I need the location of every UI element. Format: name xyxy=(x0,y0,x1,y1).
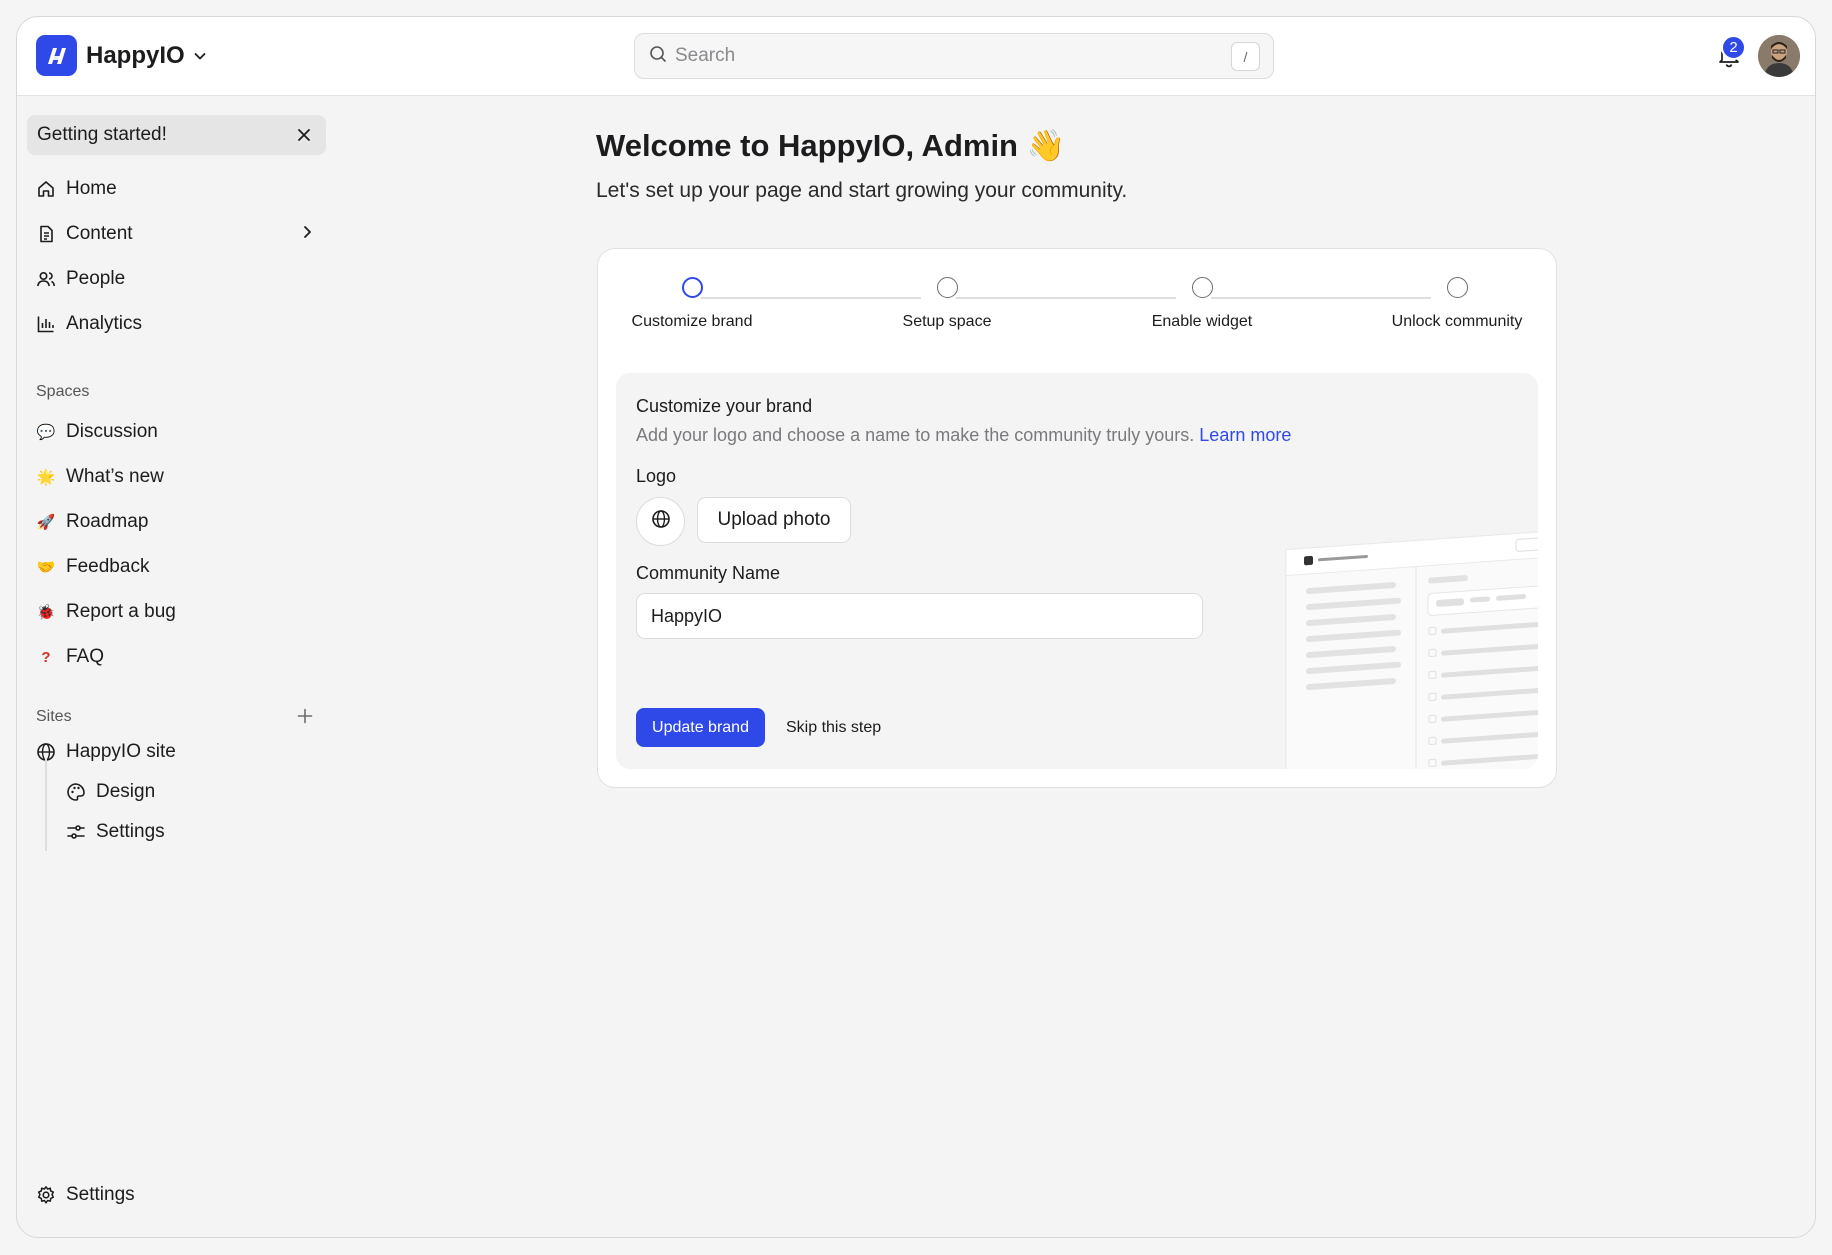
sites-section-label: Sites xyxy=(36,708,72,725)
brand-name: HappyIO xyxy=(86,41,185,69)
sidebar-item-label: Discussion xyxy=(66,421,158,442)
user-avatar[interactable] xyxy=(1758,35,1800,77)
sidebar-item-label: Feedback xyxy=(66,556,150,577)
sidebar-item-design[interactable]: Design xyxy=(57,773,326,811)
sidebar-item-label: What’s new xyxy=(66,466,164,487)
page-title: Welcome to HappyIO, Admin 👋 xyxy=(596,127,1065,164)
palette-icon xyxy=(65,781,87,803)
sidebar-item-label: Analytics xyxy=(66,313,143,334)
gear-icon xyxy=(35,1184,57,1206)
customize-brand-panel: Customize your brand Add your logo and c… xyxy=(616,373,1538,769)
sidebar-item-home[interactable]: Home xyxy=(27,170,326,208)
spaces-section-label: Spaces xyxy=(36,383,90,400)
sidebar-item-roadmap[interactable]: 🚀 Roadmap xyxy=(27,503,326,541)
step-label: Setup space xyxy=(902,313,992,330)
community-preview-illustration xyxy=(1266,493,1538,769)
search-shortcut-key: / xyxy=(1231,42,1260,71)
sidebar-item-label: FAQ xyxy=(66,646,105,667)
globe-icon xyxy=(651,509,671,534)
step-label: Enable widget xyxy=(1151,313,1253,330)
sidebar-item-whats-new[interactable]: 🌟 What’s new xyxy=(27,458,326,496)
sidebar-item-happyio-site[interactable]: HappyIO site xyxy=(27,733,326,771)
sidebar-item-content[interactable]: Content xyxy=(27,215,326,253)
sidebar-item-label: Content xyxy=(66,223,133,244)
sidebar-item-label: Design xyxy=(96,781,156,802)
home-icon xyxy=(35,178,57,200)
step-setup-space[interactable]: Setup space xyxy=(847,277,1047,331)
sidebar-item-label: Roadmap xyxy=(66,511,149,532)
logo-label: Logo xyxy=(636,466,677,486)
document-icon xyxy=(35,223,57,245)
sidebar-item-label: Settings xyxy=(66,1184,135,1205)
sidebar-item-people[interactable]: People xyxy=(27,260,326,298)
question-mark-icon: ? xyxy=(41,648,51,666)
sidebar-item-site-settings[interactable]: Settings xyxy=(57,813,326,851)
handshake-icon: 🤝 xyxy=(36,558,56,576)
sidebar-item-discussion[interactable]: 💬 Discussion xyxy=(27,413,326,451)
sidebar: Getting started! Home Content People Ana… xyxy=(17,97,327,1237)
sidebar-item-label: Settings xyxy=(96,821,165,842)
step-indicator xyxy=(1191,277,1213,298)
learn-more-link[interactable]: Learn more xyxy=(1199,425,1291,445)
rocket-icon: 🚀 xyxy=(36,513,56,531)
update-brand-button[interactable]: Update brand xyxy=(636,708,765,747)
step-label: Customize brand xyxy=(631,313,753,330)
step-indicator xyxy=(936,277,958,298)
sidebar-item-faq[interactable]: ? FAQ xyxy=(27,638,326,676)
step-label: Unlock community xyxy=(1391,313,1523,330)
chevron-right-icon xyxy=(300,224,314,245)
sidebar-item-label: HappyIO site xyxy=(66,741,176,762)
sliders-icon xyxy=(65,821,87,843)
step-enable-widget[interactable]: Enable widget xyxy=(1102,277,1302,331)
sidebar-item-settings[interactable]: Settings xyxy=(27,1176,326,1214)
panel-title: Customize your brand xyxy=(636,396,813,416)
sidebar-item-label: Home xyxy=(66,178,117,199)
chevron-down-icon xyxy=(193,49,207,63)
happyio-logo-icon xyxy=(36,35,77,76)
getting-started-label: Getting started! xyxy=(37,124,167,145)
top-bar: HappyIO / 2 xyxy=(17,17,1815,96)
page-subtitle: Let's set up your page and start growing… xyxy=(596,179,1128,202)
speech-bubble-icon: 💬 xyxy=(36,423,56,441)
community-name-input[interactable] xyxy=(636,593,1203,639)
sidebar-item-feedback[interactable]: 🤝 Feedback xyxy=(27,548,326,586)
panel-description: Add your logo and choose a name to make … xyxy=(636,425,1291,446)
step-indicator xyxy=(1446,277,1468,298)
bar-chart-icon xyxy=(35,313,57,335)
search-icon xyxy=(649,45,667,68)
add-site-button[interactable] xyxy=(293,706,317,730)
skip-step-button[interactable]: Skip this step xyxy=(780,708,887,747)
logo-placeholder[interactable] xyxy=(636,497,685,546)
onboarding-card: Customize brand Setup space Enable widge… xyxy=(597,248,1557,788)
bug-icon: 🐞 xyxy=(36,603,56,621)
workspace-switcher[interactable]: HappyIO xyxy=(36,35,207,76)
notification-badge: 2 xyxy=(1721,35,1746,60)
tree-line xyxy=(45,759,47,851)
search-input[interactable] xyxy=(675,45,1215,67)
sidebar-item-label: People xyxy=(66,268,126,289)
sidebar-item-label: Report a bug xyxy=(66,601,176,622)
step-indicator xyxy=(681,277,703,298)
people-icon xyxy=(35,268,57,290)
close-icon[interactable] xyxy=(294,125,314,145)
sidebar-item-report-bug[interactable]: 🐞 Report a bug xyxy=(27,593,326,631)
step-customize-brand[interactable]: Customize brand xyxy=(592,277,792,331)
getting-started-item[interactable]: Getting started! xyxy=(27,115,326,155)
app-window: HappyIO / 2 xyxy=(16,16,1816,1238)
waving-hand-icon: 👋 xyxy=(1026,128,1066,163)
step-unlock-community[interactable]: Unlock community xyxy=(1357,277,1557,331)
search-bar[interactable]: / xyxy=(634,33,1274,79)
plus-icon xyxy=(297,708,313,729)
upload-photo-button[interactable]: Upload photo xyxy=(697,497,851,543)
star-icon: 🌟 xyxy=(36,468,56,486)
panel-description-text: Add your logo and choose a name to make … xyxy=(636,425,1195,445)
sidebar-item-analytics[interactable]: Analytics xyxy=(27,305,326,343)
community-name-label: Community Name xyxy=(636,563,781,583)
page-title-text: Welcome to HappyIO, Admin xyxy=(596,128,1018,163)
